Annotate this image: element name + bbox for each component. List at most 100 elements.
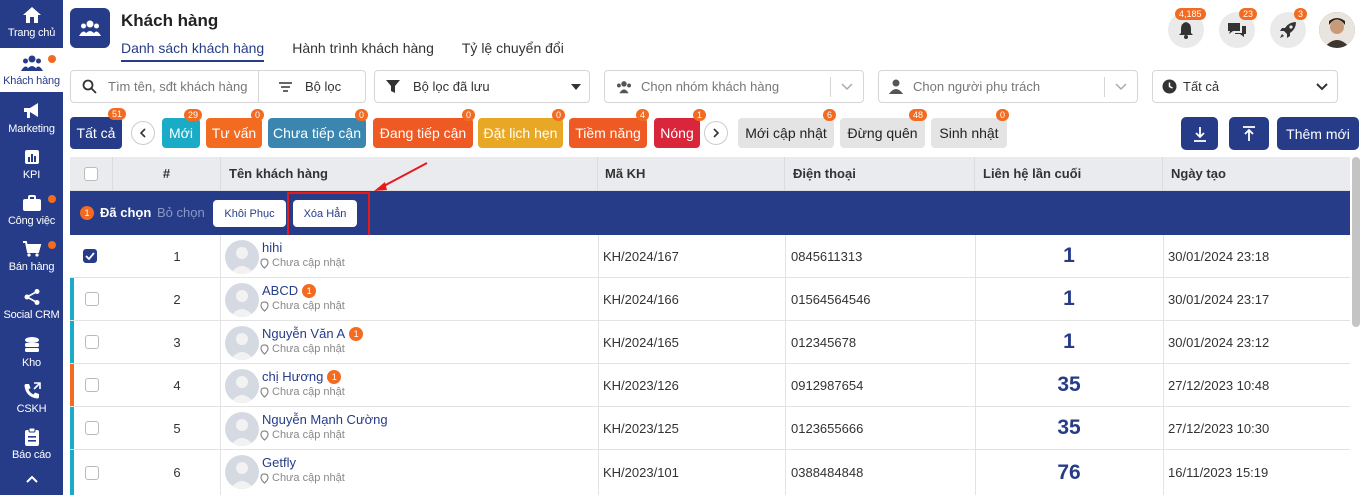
upload-button[interactable] [1229,117,1269,150]
filter-label: Bộ lọc [305,79,342,94]
owner-placeholder: Chọn người phụ trách [913,79,1041,94]
sidebar-collapse-button[interactable] [0,474,63,484]
status-label: Mới cập nhật [745,125,827,141]
owner-select[interactable]: Chọn người phụ trách [878,70,1138,103]
status-not-approached[interactable]: Chưa tiếp cận 0 [268,109,368,148]
created-date: 30/01/2024 23:12 [1168,334,1270,350]
saved-filter-select[interactable]: Bộ lọc đã lưu [374,70,590,103]
chart-icon [24,150,39,164]
avatar [225,326,259,360]
tab-customer-journey[interactable]: Hành trình khách hàng [292,40,434,62]
customer-group-select[interactable]: Chọn nhóm khách hàng [604,70,864,103]
table-row[interactable]: 3 Nguyễn Văn A1 Chưa cập nhật KH/2024/16… [70,321,1350,364]
default-avatar-icon [230,290,254,317]
column-header-code[interactable]: Mã KH [598,157,785,191]
status-recently-updated[interactable]: Mới cập nhật 6 [738,109,836,148]
location-text: Chưa cập nhật [272,429,345,441]
messages-button[interactable]: 23 [1219,8,1258,48]
search-icon [82,79,97,94]
sidebar-item-customer-care[interactable]: CSKH [0,376,63,420]
row-checkbox[interactable] [85,378,99,392]
avatar-image [1319,12,1355,48]
user-avatar[interactable] [1319,12,1355,48]
phone: 0388484848 [791,465,864,480]
customer-name-link[interactable]: hihi [262,240,282,255]
notifications-button[interactable]: 4,185 [1168,8,1206,48]
location: Chưa cập nhật [260,472,345,484]
status-hot[interactable]: Nóng 1 [654,109,706,148]
status-prev-button[interactable] [131,121,155,145]
default-avatar-icon [230,247,254,274]
avatar [225,240,259,274]
customer-code: KH/2024/166 [603,291,679,307]
sidebar-item-label: KPI [22,169,41,181]
customer-name-link[interactable]: Nguyễn Mạnh Cường [262,412,388,427]
status-potential[interactable]: Tiềm năng 4 [569,109,649,148]
notification-dot [48,241,56,249]
sidebar-item-warehouse[interactable]: Kho [0,330,63,374]
sidebar-item-kpi[interactable]: KPI [0,142,63,186]
customer-code: KH/2024/165 [603,334,679,350]
column-header-phone[interactable]: Điện thoại [785,157,975,191]
filter-button[interactable]: Bộ lọc [259,79,341,94]
tab-conversion-rate[interactable]: Tỷ lệ chuyển đổi [462,40,564,62]
row-checkbox[interactable] [85,292,99,306]
status-dont-forget[interactable]: Đừng quên 48 [840,109,927,148]
customer-name-link[interactable]: ABCD 1 [262,283,317,298]
status-appointment[interactable]: Đặt lịch hẹn 0 [478,109,565,148]
highlight-box [287,192,370,241]
search-input[interactable]: Tìm tên, sđt khách hàng [71,71,259,102]
row-checkbox[interactable] [85,335,99,349]
message-count-badge: 23 [1239,8,1258,20]
restore-button[interactable]: Khôi Phục [213,200,286,227]
status-new[interactable]: Mới 29 [162,109,202,148]
sidebar-item-home[interactable]: Trang chủ [0,0,63,44]
column-header-created[interactable]: Ngày tạo [1163,157,1350,191]
default-avatar-icon [230,419,254,446]
users-icon [20,55,43,71]
customer-name-link[interactable]: Getfly [262,455,296,470]
location-text: Chưa cập nhật [272,257,345,269]
table-row[interactable]: 1 hihi Chưa cập nhật KH/2024/167 0845611… [70,235,1350,278]
sidebar-item-sales[interactable]: Bán hàng [0,234,63,278]
sidebar-item-social-crm[interactable]: Social CRM [0,282,63,326]
sidebar-item-customers[interactable]: Khách hàng [0,48,63,92]
location-text: Chưa cập nhật [272,472,345,484]
default-avatar-icon [230,462,254,489]
status-stripe [70,364,74,406]
add-new-button[interactable]: Thêm mới [1277,117,1359,150]
status-label: Tất cả [76,125,116,141]
download-button[interactable] [1181,117,1218,150]
chevron-down-icon [841,83,853,91]
customer-name-link[interactable]: Nguyễn Văn A1 [262,326,364,341]
table-row[interactable]: 4 chị Hương 1 Chưa cập nhật KH/2023/126 0… [70,364,1350,407]
row-checkbox[interactable] [85,465,99,480]
status-next-button[interactable] [704,121,728,145]
customer-name-link[interactable]: chị Hương 1 [262,369,342,384]
sidebar-item-reports[interactable]: Báo cáo [0,422,63,466]
sidebar-item-tasks[interactable]: Công việc [0,188,63,232]
vertical-scrollbar[interactable] [1352,157,1360,327]
table-row[interactable]: 2 ABCD 1 Chưa cập nhật KH/2024/166 015645… [70,278,1350,321]
sidebar-item-marketing[interactable]: Marketing [0,96,63,140]
table-row[interactable]: 6 Getfly Chưa cập nhật KH/2023/101 03884… [70,450,1350,495]
status-all[interactable]: Tất cả 51 [70,108,126,149]
status-consulting[interactable]: Tư vấn 0 [206,109,264,148]
customer-group-placeholder: Chọn nhóm khách hàng [641,79,780,94]
column-header-no[interactable]: # [113,157,221,191]
select-all-checkbox[interactable] [84,167,98,181]
rocket-button[interactable]: 3 [1270,8,1308,48]
status-approaching[interactable]: Đang tiếp cận 0 [373,109,475,148]
status-birthday[interactable]: Sinh nhật 0 [931,109,1009,148]
customer-name: Nguyễn Mạnh Cường [262,412,388,427]
table-row[interactable]: 5 Nguyễn Mạnh Cường Chưa cập nhật KH/202… [70,407,1350,450]
status-count-badge: 0 [354,109,368,121]
divider [830,77,831,97]
rocket-icon [1280,22,1296,38]
time-select[interactable]: Tất cả [1152,70,1338,103]
row-checkbox[interactable] [83,249,97,263]
row-checkbox[interactable] [85,421,99,435]
deselect-link[interactable]: Bỏ chọn [157,205,205,220]
tab-customer-list[interactable]: Danh sách khách hàng [121,40,265,62]
column-header-last-contact[interactable]: Liên hệ lần cuối [975,157,1163,191]
